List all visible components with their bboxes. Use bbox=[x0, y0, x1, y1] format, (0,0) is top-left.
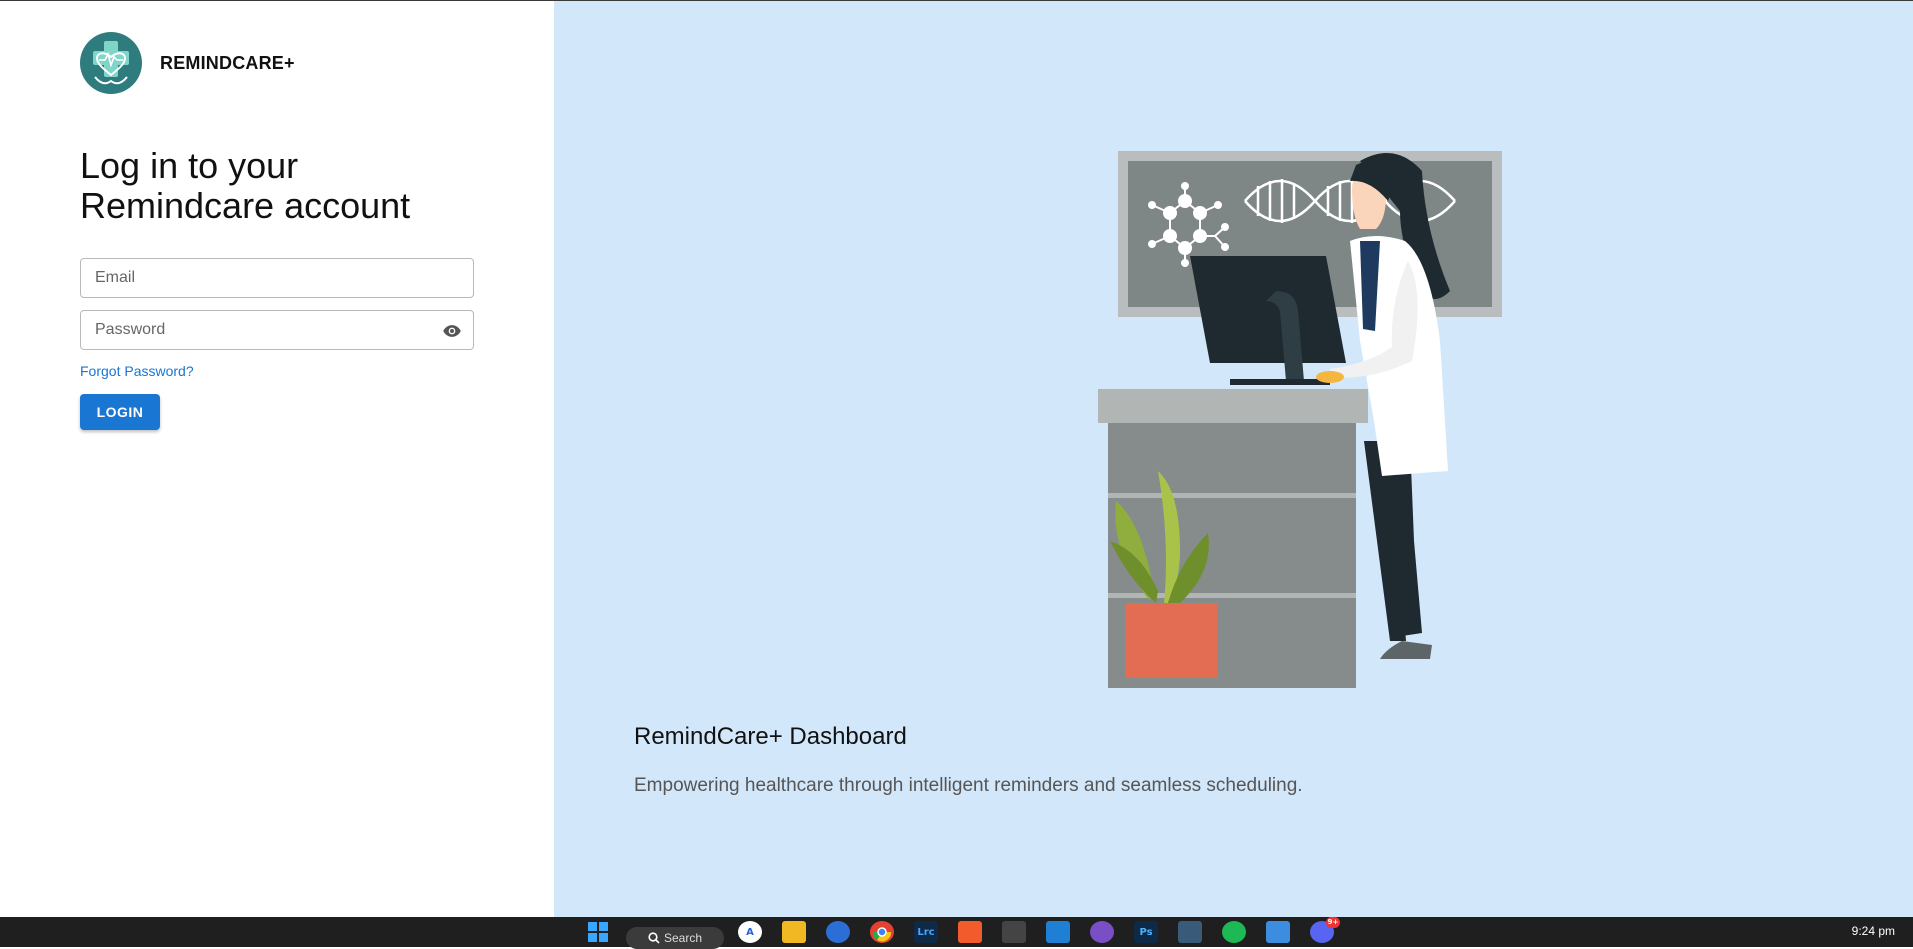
password-input[interactable] bbox=[81, 311, 473, 349]
email-input[interactable] bbox=[81, 259, 473, 297]
taskbar-search[interactable]: Search bbox=[626, 927, 724, 949]
forgot-password-link[interactable]: Forgot Password? bbox=[80, 363, 194, 379]
login-button[interactable]: LOGIN bbox=[80, 394, 160, 430]
chrome-icon[interactable] bbox=[870, 921, 894, 943]
hero-panel: RemindCare+ Dashboard Empowering healthc… bbox=[554, 1, 1913, 917]
taskbar: Search A Lrc Ps 9+ 9:24 pm bbox=[0, 917, 1913, 949]
login-panel: REMINDCARE+ Log in to your Remindcare ac… bbox=[0, 1, 554, 917]
medical-heart-cross-icon bbox=[80, 32, 142, 94]
brand[interactable]: REMINDCARE+ bbox=[80, 32, 295, 94]
discord-icon[interactable]: 9+ bbox=[1310, 917, 1340, 943]
eye-icon[interactable] bbox=[441, 321, 463, 341]
brand-name: REMINDCARE+ bbox=[160, 52, 295, 73]
system-clock[interactable]: 9:24 pm bbox=[1852, 924, 1895, 938]
clock-time: 9:24 pm bbox=[1851, 924, 1895, 938]
notepad-icon[interactable] bbox=[1266, 921, 1290, 943]
search-icon bbox=[648, 932, 660, 944]
firefox-icon[interactable] bbox=[826, 921, 850, 943]
lightroom-icon[interactable]: Lrc bbox=[914, 921, 938, 943]
photoshop-icon[interactable]: Ps bbox=[1134, 921, 1158, 943]
file-explorer-icon[interactable] bbox=[782, 921, 806, 943]
page-title: Log in to your Remindcare account bbox=[80, 145, 411, 226]
windows-start-icon[interactable] bbox=[586, 921, 610, 943]
login-page: REMINDCARE+ Log in to your Remindcare ac… bbox=[0, 1, 1913, 917]
app-icon[interactable]: A bbox=[738, 921, 762, 943]
spotify-icon[interactable] bbox=[1222, 921, 1246, 943]
hero-title: RemindCare+ Dashboard bbox=[634, 723, 907, 750]
password-field-container bbox=[80, 310, 474, 350]
vscode-icon[interactable] bbox=[1046, 921, 1070, 943]
brave-icon[interactable] bbox=[958, 921, 982, 943]
doctor-at-computer-illustration bbox=[1098, 151, 1502, 688]
github-icon[interactable] bbox=[1090, 921, 1114, 943]
notification-badge: 9+ bbox=[1326, 917, 1340, 928]
email-field-container bbox=[80, 258, 474, 298]
app-icon[interactable] bbox=[1178, 921, 1202, 943]
hero-subtitle: Empowering healthcare through intelligen… bbox=[634, 775, 1303, 796]
app-icon[interactable] bbox=[1002, 921, 1026, 943]
search-label: Search bbox=[664, 931, 703, 945]
